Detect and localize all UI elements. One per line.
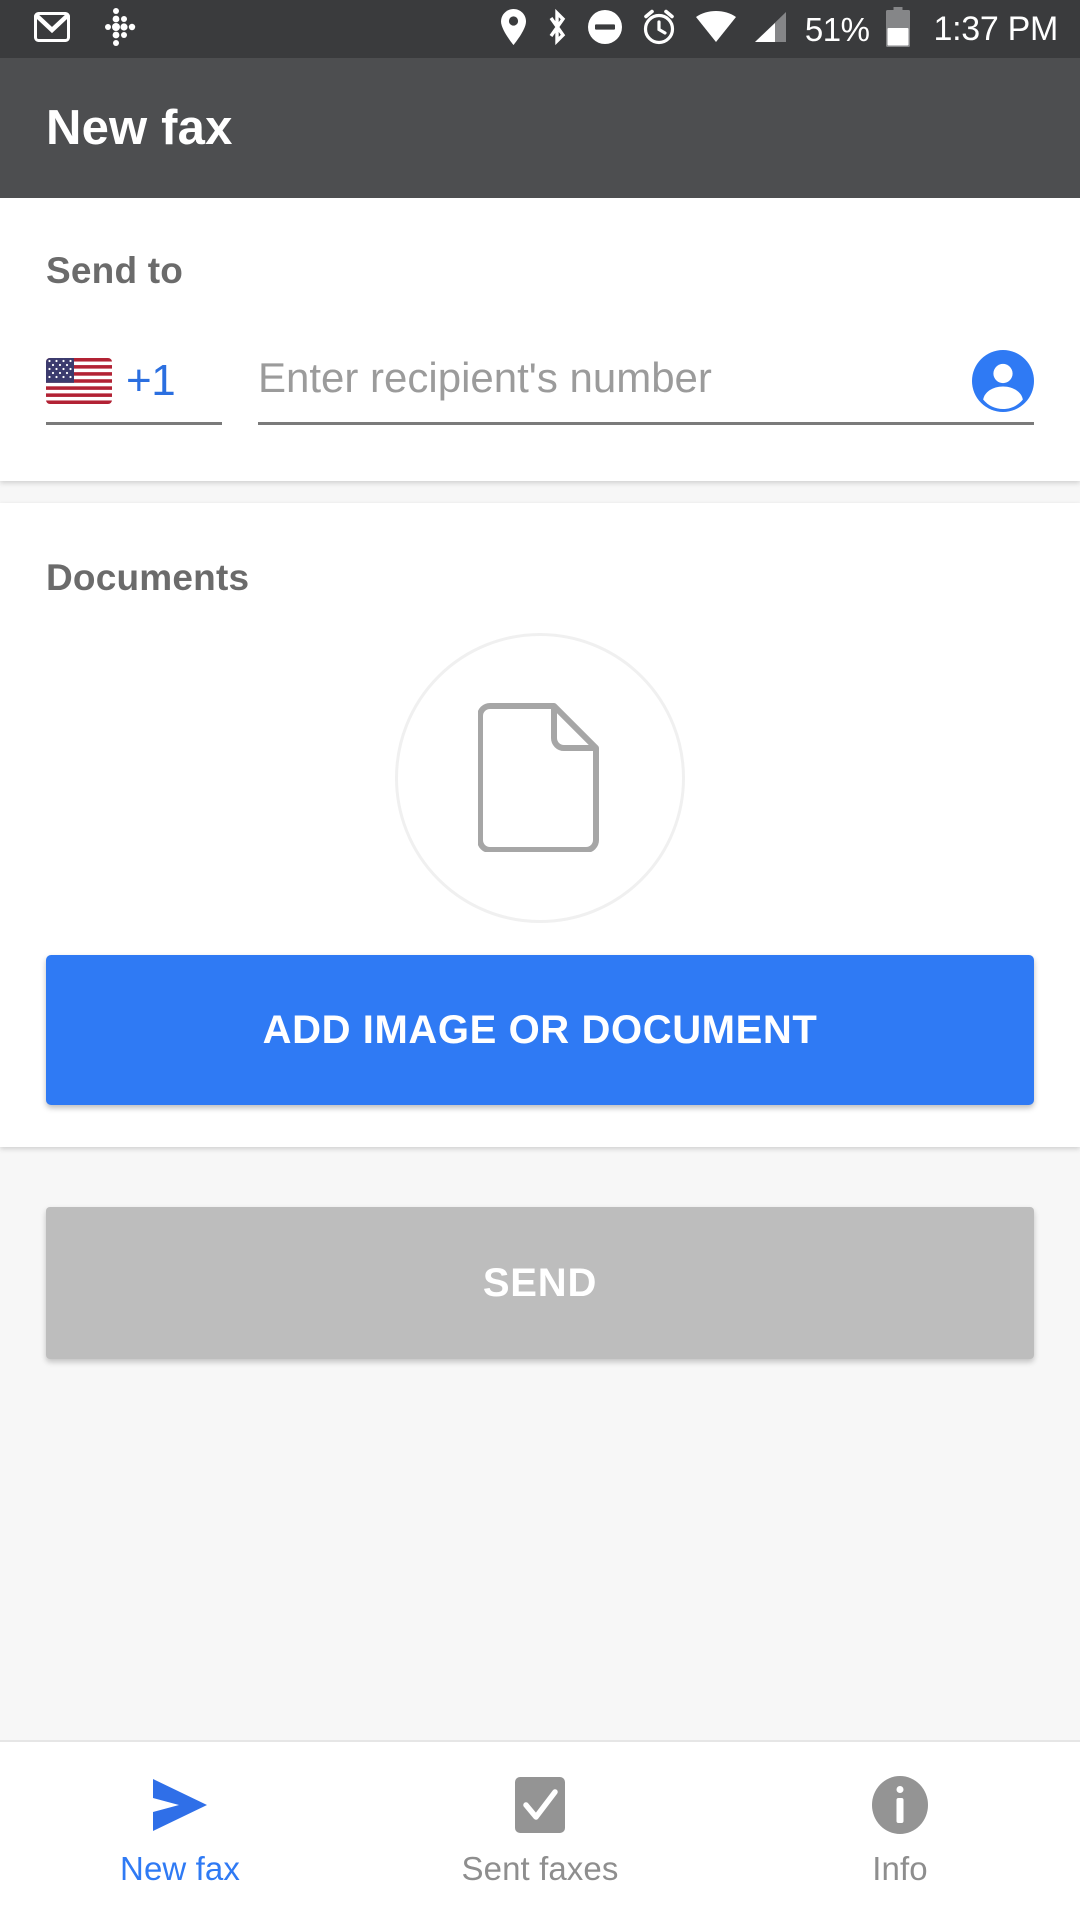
country-code-selector[interactable]: +1 <box>46 358 222 425</box>
wifi-icon <box>695 10 737 48</box>
nav-item-new-fax[interactable]: New fax <box>0 1742 360 1920</box>
recipient-row: +1 <box>46 350 1034 425</box>
nav-label-sent-faxes: Sent faxes <box>461 1850 619 1887</box>
recipient-number-field[interactable] <box>258 350 1034 425</box>
do-not-disturb-icon <box>587 9 623 50</box>
recipient-number-input[interactable] <box>258 354 958 402</box>
section-gap <box>0 481 1080 503</box>
main-content: Send to +1 Enter recipient's number Docu… <box>0 198 1080 1740</box>
gmail-icon <box>33 11 71 47</box>
status-bar-notifications <box>33 7 136 52</box>
nav-label-new-fax: New fax <box>120 1850 240 1887</box>
checkbox-icon <box>513 1774 567 1836</box>
nav-label-info: Info <box>872 1850 928 1887</box>
fitbit-dots-icon <box>96 7 136 52</box>
bluetooth-icon <box>544 8 570 51</box>
document-placeholder-circle <box>395 633 685 923</box>
alarm-clock-icon <box>640 8 678 51</box>
app-screen: 51% 1:37 PM New fax Send to +1 Enter rec… <box>0 0 1080 1920</box>
status-bar: 51% 1:37 PM <box>0 0 1080 58</box>
send-button[interactable]: SEND <box>46 1207 1034 1359</box>
clock-label: 1:37 PM <box>933 10 1058 48</box>
send-area: SEND <box>0 1147 1080 1740</box>
nav-item-info[interactable]: Info <box>720 1742 1080 1920</box>
account-circle-icon[interactable] <box>972 350 1034 412</box>
battery-icon <box>886 6 911 52</box>
info-circle-icon <box>871 1774 929 1836</box>
send-arrow-icon <box>149 1774 211 1836</box>
add-image-or-document-button[interactable]: ADD IMAGE OR DOCUMENT <box>46 955 1034 1105</box>
documents-card: Documents ADD IMAGE OR DOCUMENT <box>0 503 1080 1147</box>
documents-label: Documents <box>46 557 250 598</box>
nav-item-sent-faxes[interactable]: Sent faxes <box>360 1742 720 1920</box>
page-title: New fax <box>46 101 233 155</box>
status-bar-system-icons: 51% 1:37 PM <box>500 6 1058 52</box>
app-bar: New fax <box>0 58 1080 198</box>
us-flag-icon <box>46 358 112 404</box>
country-code-label: +1 <box>126 356 176 405</box>
battery-percent-label: 51% <box>804 10 870 48</box>
documents-empty-state <box>46 613 1034 943</box>
document-page-icon <box>477 700 602 857</box>
send-to-label: Send to <box>46 250 184 291</box>
send-to-card: Send to +1 Enter recipient's number <box>0 198 1080 481</box>
bottom-navigation-bar: New fax Sent faxes Info <box>0 1740 1080 1920</box>
cell-signal-icon <box>754 11 788 48</box>
location-pin-icon <box>500 8 527 51</box>
